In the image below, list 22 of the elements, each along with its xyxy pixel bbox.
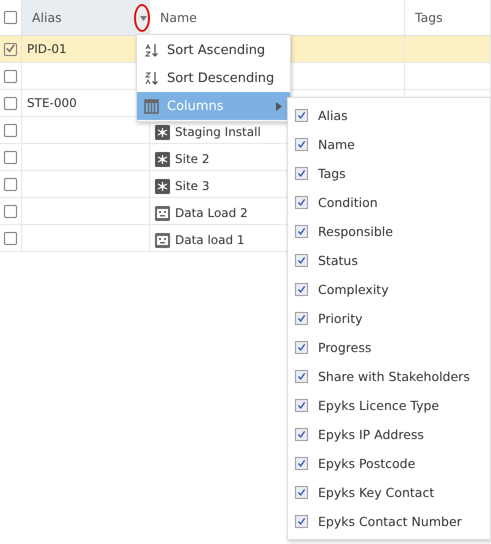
- name-text: Site 2: [175, 152, 210, 166]
- column-option[interactable]: Complexity: [318, 282, 389, 297]
- column-option[interactable]: Priority: [318, 311, 362, 326]
- column-option[interactable]: Progress: [318, 340, 372, 355]
- column-option[interactable]: Responsible: [318, 224, 393, 239]
- column-option[interactable]: Epyks Key Contact: [318, 485, 434, 500]
- column-option[interactable]: Epyks IP Address: [318, 427, 424, 442]
- column-option[interactable]: Epyks Postcode: [318, 456, 416, 471]
- column-option[interactable]: Alias: [318, 108, 348, 123]
- column-option[interactable]: Name: [318, 137, 355, 152]
- column-option[interactable]: Status: [318, 253, 358, 268]
- column-option[interactable]: Epyks Licence Type: [318, 398, 440, 413]
- column-option[interactable]: Epyks Contact Number: [318, 514, 462, 529]
- name-text: Site 3: [175, 179, 210, 193]
- name-text: Data Load 2: [175, 206, 248, 220]
- name-text: Staging Install: [175, 125, 261, 139]
- name-text: Data load 1: [175, 233, 245, 247]
- column-option[interactable]: Share with Stakeholders: [318, 369, 470, 384]
- column-option[interactable]: Condition: [318, 195, 378, 210]
- menu-item[interactable]: Sort Descending: [137, 64, 290, 92]
- column-option[interactable]: Tags: [318, 166, 346, 181]
- column-header[interactable]: Alias: [22, 0, 150, 36]
